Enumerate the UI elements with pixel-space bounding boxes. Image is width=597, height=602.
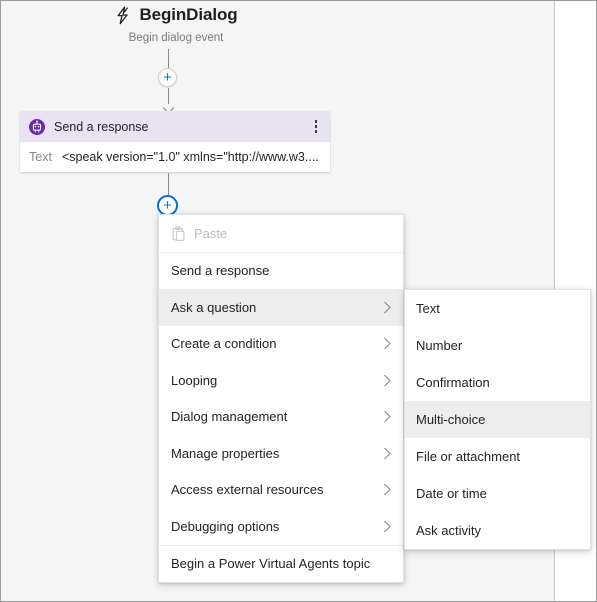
ask-a-question-submenu[interactable]: Text Number Confirmation Multi-choice File o… bbox=[404, 289, 591, 550]
submenu-item-ask-activity[interactable]: Ask activity bbox=[405, 512, 590, 549]
kebab-dot bbox=[314, 125, 318, 128]
chevron-right-icon bbox=[383, 410, 392, 423]
chevron-right-icon bbox=[383, 520, 392, 533]
menu-item-begin-a-power-virtual-agents-topic[interactable]: Begin a Power Virtual Agents topic bbox=[159, 546, 403, 583]
submenu-item-label: Ask activity bbox=[416, 523, 482, 538]
menu-item-debugging-options[interactable]: Debugging options bbox=[159, 508, 403, 545]
chevron-right-icon bbox=[383, 374, 392, 387]
chevron-right-icon bbox=[383, 301, 392, 314]
node-header: Send a response bbox=[20, 111, 330, 142]
send-response-bot-icon bbox=[29, 118, 45, 135]
submenu-item-label: Text bbox=[416, 301, 440, 316]
add-node-button-top[interactable]: + bbox=[158, 68, 177, 87]
submenu-item-confirmation[interactable]: Confirmation bbox=[405, 364, 590, 401]
menu-item-access-external-resources[interactable]: Access external resources bbox=[159, 472, 403, 509]
submenu-item-date-or-time[interactable]: Date or time bbox=[405, 475, 590, 512]
menu-item-label: Send a response bbox=[171, 263, 270, 279]
menu-item-label: Paste bbox=[194, 225, 228, 241]
submenu-item-label: Number bbox=[416, 338, 463, 353]
menu-item-label: Looping bbox=[171, 372, 218, 388]
kebab-dot bbox=[314, 120, 318, 123]
menu-item-send-a-response[interactable]: Send a response bbox=[159, 253, 403, 290]
submenu-item-number[interactable]: Number bbox=[405, 327, 590, 364]
add-node-button-bottom[interactable]: + bbox=[157, 195, 178, 216]
menu-item-label: Begin a Power Virtual Agents topic bbox=[171, 556, 371, 572]
menu-item-label: Debugging options bbox=[171, 518, 280, 534]
menu-item-label: Create a condition bbox=[171, 336, 277, 352]
plus-icon-bottom: + bbox=[163, 197, 172, 214]
trigger-title: BeginDialog bbox=[139, 5, 238, 24]
submenu-item-multi-choice[interactable]: Multi-choice bbox=[405, 401, 590, 438]
menu-item-label: Ask a question bbox=[171, 299, 257, 315]
connector-line-top bbox=[168, 49, 169, 69]
lightning-bolt-icon bbox=[114, 5, 131, 25]
dialog-authoring-canvas: BeginDialog Begin dialog event + Send a … bbox=[0, 0, 597, 602]
node-context-menu[interactable]: Paste Send a response Ask a question Create… bbox=[158, 214, 404, 583]
menu-item-paste: Paste bbox=[159, 215, 403, 252]
menu-item-ask-a-question[interactable]: Ask a question bbox=[159, 289, 403, 326]
menu-item-dialog-management[interactable]: Dialog management bbox=[159, 399, 403, 436]
submenu-item-label: File or attachment bbox=[416, 449, 521, 464]
submenu-item-file-or-attachment[interactable]: File or attachment bbox=[405, 438, 590, 475]
menu-item-label: Access external resources bbox=[171, 482, 324, 498]
submenu-item-label: Date or time bbox=[416, 486, 487, 501]
trigger-subtitle: Begin dialog event bbox=[128, 31, 224, 44]
menu-item-manage-properties[interactable]: Manage properties bbox=[159, 435, 403, 472]
plus-icon-top: + bbox=[163, 69, 172, 86]
submenu-item-label: Multi-choice bbox=[416, 412, 486, 427]
submenu-item-text[interactable]: Text bbox=[405, 290, 590, 327]
chevron-right-icon bbox=[383, 447, 392, 460]
trigger-header: BeginDialog Begin dialog event bbox=[1, 5, 351, 44]
chevron-right-icon bbox=[383, 337, 392, 350]
menu-item-label: Manage properties bbox=[171, 445, 280, 461]
chevron-right-icon bbox=[383, 483, 392, 496]
menu-item-create-a-condition[interactable]: Create a condition bbox=[159, 326, 403, 363]
connector-arrow bbox=[163, 102, 174, 115]
node-field-label: Text bbox=[29, 150, 52, 164]
node-field-value: <speak version="1.0" xmlns="http://www.w… bbox=[61, 150, 319, 164]
menu-item-label: Dialog management bbox=[171, 409, 288, 425]
trigger-title-row: BeginDialog bbox=[114, 5, 238, 25]
connector-line-bottom bbox=[168, 173, 169, 196]
node-title: Send a response bbox=[54, 119, 149, 134]
clipboard-paste-icon bbox=[171, 226, 185, 241]
node-body[interactable]: Text <speak version="1.0" xmlns="http://… bbox=[20, 142, 330, 172]
menu-item-looping[interactable]: Looping bbox=[159, 362, 403, 399]
submenu-item-label: Confirmation bbox=[416, 375, 490, 390]
more-options-icon[interactable] bbox=[309, 117, 323, 137]
kebab-dot bbox=[314, 130, 318, 133]
send-response-node[interactable]: Send a response Text <speak version="1.0… bbox=[20, 111, 330, 172]
